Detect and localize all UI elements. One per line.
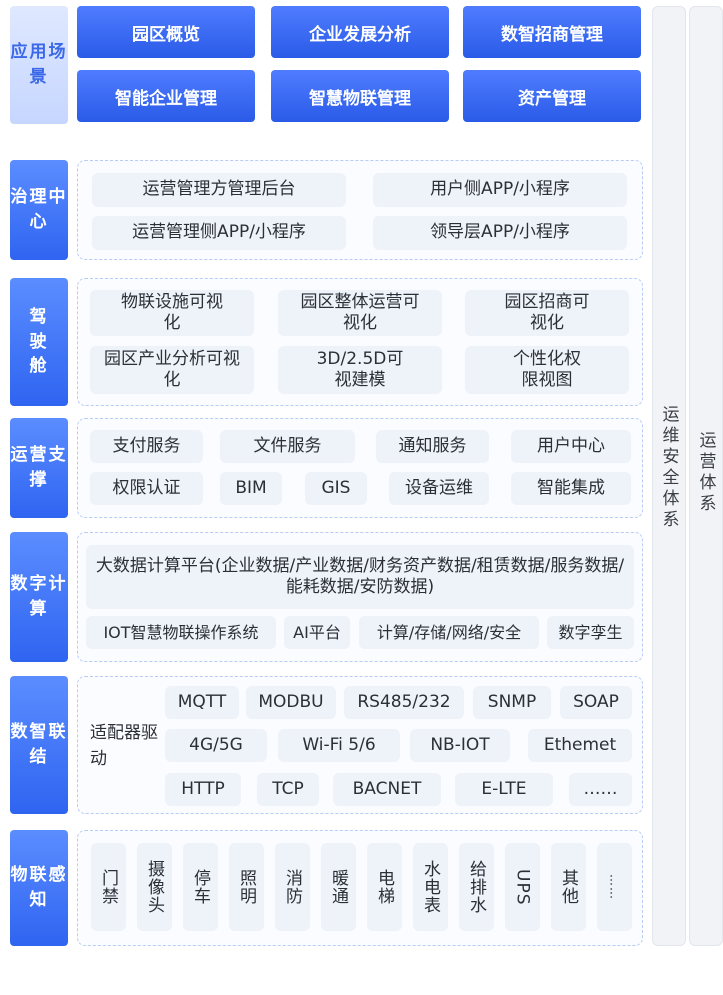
governance-item-user-app[interactable]: 用户侧APP/小程序 (373, 173, 627, 207)
device-lighting[interactable]: 照明 (229, 843, 264, 931)
protocol-4g5g[interactable]: 4G/5G (165, 729, 267, 762)
device-access-control[interactable]: 门禁 (91, 843, 126, 931)
device-parking-label: 停车 (190, 869, 210, 905)
device-ups-label: UPS (512, 868, 533, 906)
cockpit-item-3d-modeling[interactable]: 3D/2.5D可视建模 (278, 346, 442, 394)
layer-label-application: 应用场景 (10, 6, 68, 124)
governance-item-leader-app[interactable]: 领导层APP/小程序 (373, 216, 627, 250)
ops-item-file[interactable]: 文件服务 (220, 430, 355, 463)
protocol-snmp[interactable]: SNMP (473, 686, 551, 719)
ops-item-integration[interactable]: 智能集成 (511, 472, 631, 505)
computing-item-digital-twin[interactable]: 数字孪生 (547, 616, 634, 649)
device-other-label: 其他 (558, 869, 578, 905)
ops-item-auth[interactable]: 权限认证 (90, 472, 203, 505)
layer-label-connection: 数智联结 (10, 676, 68, 814)
device-meter[interactable]: 水电表 (413, 843, 448, 931)
protocol-modbus[interactable]: MODBU (246, 686, 336, 719)
device-more-label: …… (607, 874, 622, 900)
device-more[interactable]: …… (597, 843, 632, 931)
cockpit-item-industry-viz[interactable]: 园区产业分析可视化 (90, 346, 254, 394)
ops-item-gis[interactable]: GIS (305, 472, 367, 505)
app-item-enterprise-management[interactable]: 智能企业管理 (77, 70, 255, 122)
protocol-tcp[interactable]: TCP (257, 773, 319, 806)
computing-item-infra[interactable]: 计算/存储/网络/安全 (359, 616, 539, 649)
cockpit-item-operations-viz[interactable]: 园区整体运营可视化 (278, 290, 442, 336)
ops-item-device-ops[interactable]: 设备运维 (389, 472, 489, 505)
sidebar-security-label: 运维安全体系 (658, 405, 679, 531)
sidebar-security-system: 运维安全体系 (652, 6, 686, 946)
ops-item-user-center[interactable]: 用户中心 (511, 430, 631, 463)
sidebar-operations-system: 运营体系 (689, 6, 723, 946)
layer-label-cockpit: 驾驶舱 (10, 278, 68, 406)
app-item-investment-management[interactable]: 数智招商管理 (463, 6, 641, 58)
protocol-mqtt[interactable]: MQTT (165, 686, 239, 719)
device-lighting-label: 照明 (236, 869, 256, 905)
device-other[interactable]: 其他 (551, 843, 586, 931)
protocol-ethernet[interactable]: Ethemet (528, 729, 632, 762)
protocol-http[interactable]: HTTP (165, 773, 241, 806)
ops-item-bim[interactable]: BIM (220, 472, 282, 505)
cockpit-item-permission-view[interactable]: 个性化权限视图 (465, 346, 629, 394)
device-water[interactable]: 给排水 (459, 843, 494, 931)
cockpit-item-investment-viz[interactable]: 园区招商可视化 (465, 290, 629, 336)
app-item-iot-management[interactable]: 智慧物联管理 (271, 70, 449, 122)
device-fire-label: 消防 (282, 869, 302, 905)
governance-item-ops-app[interactable]: 运营管理侧APP/小程序 (92, 216, 346, 250)
device-camera-label: 摄像头 (144, 860, 164, 914)
device-ups[interactable]: UPS (505, 843, 540, 931)
protocol-soap[interactable]: SOAP (560, 686, 632, 719)
device-hvac[interactable]: 暖通 (321, 843, 356, 931)
layer-label-governance: 治理中心 (10, 160, 68, 260)
computing-item-ai-platform[interactable]: AI平台 (284, 616, 350, 649)
computing-item-iot-os[interactable]: IOT智慧物联操作系统 (86, 616, 276, 649)
app-item-enterprise-analysis[interactable]: 企业发展分析 (271, 6, 449, 58)
device-elevator-label: 电梯 (374, 869, 394, 905)
cockpit-item-iot-viz[interactable]: 物联设施可视化 (90, 290, 254, 336)
device-camera[interactable]: 摄像头 (137, 843, 172, 931)
device-elevator[interactable]: 电梯 (367, 843, 402, 931)
device-parking[interactable]: 停车 (183, 843, 218, 931)
layer-label-sensing: 物联感知 (10, 830, 68, 946)
ops-item-notify[interactable]: 通知服务 (376, 430, 489, 463)
governance-item-admin-backend[interactable]: 运营管理方管理后台 (92, 173, 346, 207)
protocol-rs485[interactable]: RS485/232 (344, 686, 464, 719)
protocol-bacnet[interactable]: BACNET (333, 773, 441, 806)
device-water-label: 给排水 (466, 860, 486, 914)
protocol-wifi[interactable]: Wi-Fi 5/6 (278, 729, 400, 762)
protocol-nbiot[interactable]: NB-IOT (410, 729, 510, 762)
layer-label-computing: 数字计算 (10, 532, 68, 662)
protocol-more[interactable]: …… (569, 773, 632, 806)
computing-bigdata-platform[interactable]: 大数据计算平台(企业数据/产业数据/财务资产数据/租赁数据/服务数据/能耗数据/… (86, 545, 634, 609)
adapter-driver-label: 适配器驱 动 (90, 723, 158, 770)
app-item-park-overview[interactable]: 园区概览 (77, 6, 255, 58)
ops-item-payment[interactable]: 支付服务 (90, 430, 203, 463)
protocol-elte[interactable]: E-LTE (455, 773, 553, 806)
device-hvac-label: 暖通 (328, 869, 348, 905)
device-meter-label: 水电表 (420, 860, 440, 914)
sidebar-operations-label: 运营体系 (695, 431, 716, 515)
device-fire[interactable]: 消防 (275, 843, 310, 931)
app-item-asset-management[interactable]: 资产管理 (463, 70, 641, 122)
device-access-control-label: 门禁 (98, 869, 118, 905)
layer-label-operations: 运营支撑 (10, 418, 68, 518)
